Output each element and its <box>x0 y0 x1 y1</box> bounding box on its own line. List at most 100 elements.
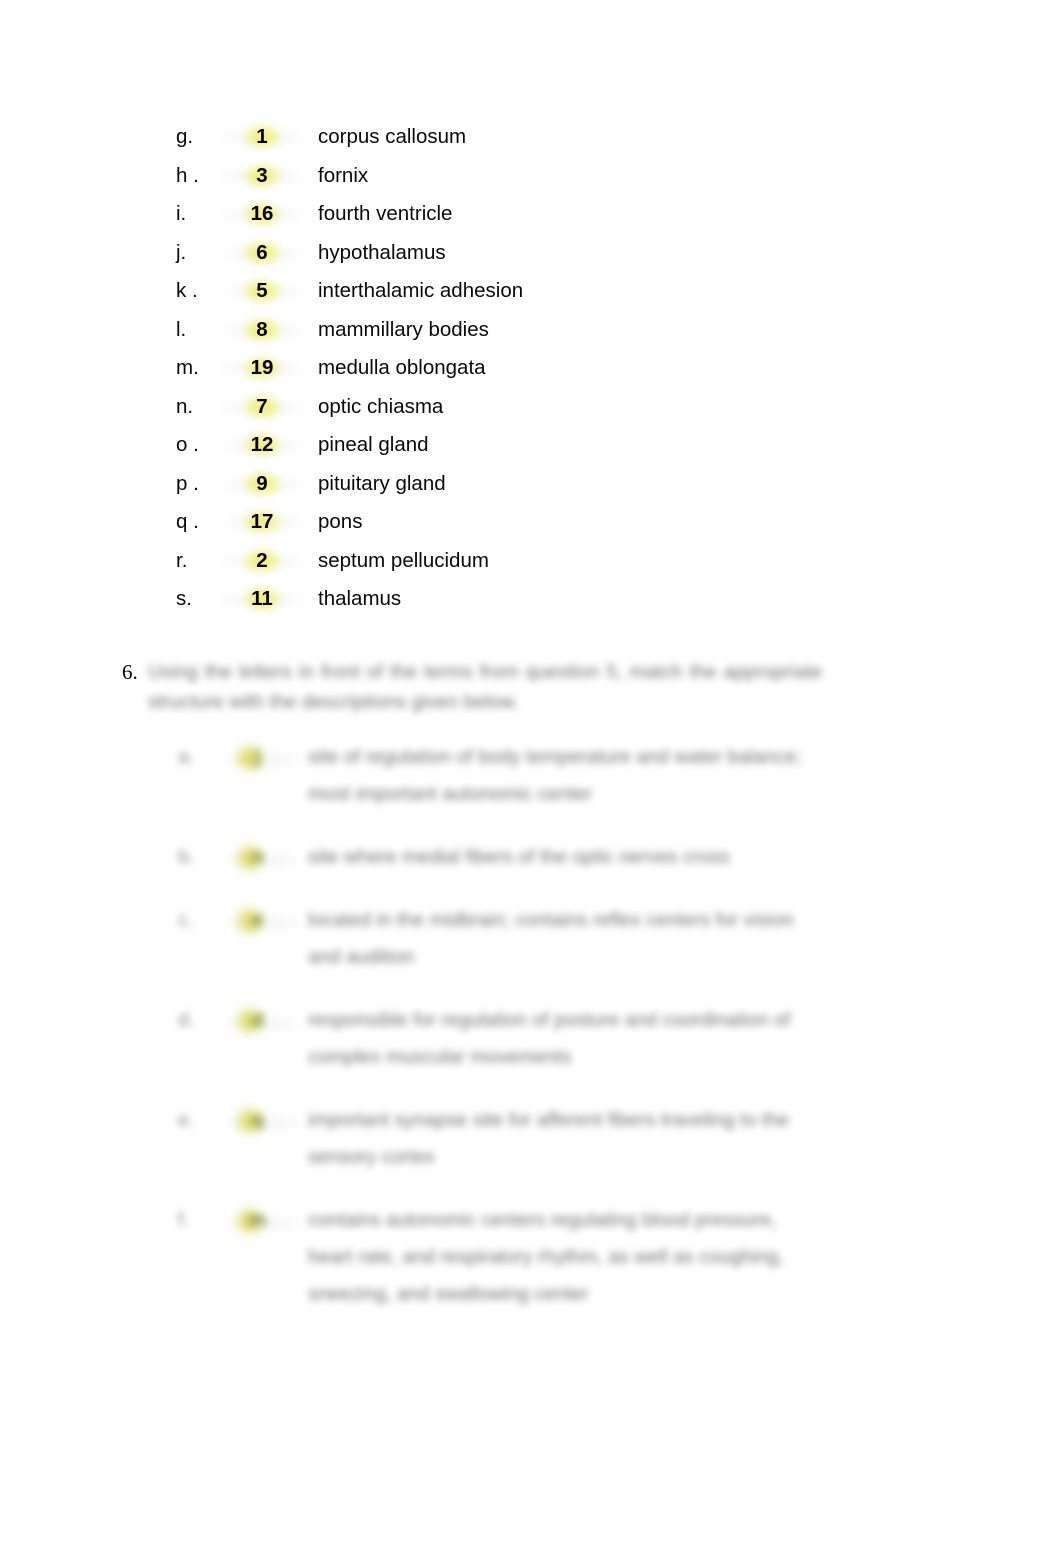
term-label: pituitary gland <box>318 471 446 495</box>
matching-row-o: o . 12 pineal gland <box>176 426 796 465</box>
term-label: hypothalamus <box>318 240 446 264</box>
term-label: fourth ventricle <box>318 202 453 225</box>
row-letter: n. <box>176 394 194 418</box>
answer-slot[interactable]: 1 <box>206 118 318 157</box>
matching-row-g: g. 1 corpus callosum <box>176 118 796 157</box>
question-6-number: 6. <box>122 660 138 684</box>
row-letter: j. <box>176 240 187 264</box>
answer-value: 5 <box>256 279 268 302</box>
answer-value: 17 <box>250 510 274 533</box>
row-letter: k . <box>176 279 198 302</box>
answer-value: 3 <box>256 163 268 187</box>
item-answer-value: d <box>252 1009 264 1031</box>
answer-slot[interactable]: 5 <box>206 272 318 311</box>
row-letter: p . <box>176 471 199 495</box>
item-description: located in the midbrain; contains reflex… <box>308 909 794 968</box>
answer-value: 1 <box>256 125 268 148</box>
question-6-item-e: e. q important synapse site for afferent… <box>178 1102 822 1176</box>
item-answer-value: n <box>252 846 264 868</box>
term-label: interthalamic adhesion <box>318 279 524 302</box>
item-letter: a. <box>178 746 195 768</box>
matching-row-k: k . 5 interthalamic adhesion <box>176 272 796 311</box>
matching-row-j: j. 6 hypothalamus <box>176 234 796 273</box>
row-letter: l. <box>176 317 187 341</box>
term-label: pons <box>318 510 363 533</box>
item-answer-slot[interactable]: d <box>208 1002 308 1039</box>
answer-value: 19 <box>250 356 274 379</box>
matching-answer-list: g. 1 corpus callosum h . 3 fornix i. 16 … <box>176 118 796 619</box>
item-answer-slot[interactable]: m <box>208 1202 308 1239</box>
row-letter: r. <box>176 548 188 572</box>
term-label: fornix <box>318 163 369 187</box>
item-answer-slot[interactable]: q <box>208 1102 308 1139</box>
answer-slot[interactable]: 11 <box>206 580 318 619</box>
item-answer-slot[interactable]: j <box>208 739 308 776</box>
row-letter: o . <box>176 433 199 456</box>
item-answer-value: e <box>252 909 264 931</box>
answer-slot[interactable]: 3 <box>206 157 318 196</box>
question-6-item-list: a. j site of regulation of body temperat… <box>122 739 822 1313</box>
answer-value: 9 <box>256 471 268 495</box>
matching-row-q: q . 17 pons <box>176 503 796 542</box>
term-label: septum pellucidum <box>318 548 489 572</box>
answer-value: 2 <box>256 548 268 572</box>
item-letter: b. <box>178 846 195 868</box>
item-answer-slot[interactable]: n <box>208 839 308 876</box>
matching-row-n: n. 7 optic chiasma <box>176 388 796 427</box>
question-6-header: 6. Using the letters in front of the ter… <box>122 657 822 717</box>
row-letter: s. <box>176 587 192 610</box>
question-6-item-f: f. m contains autonomic centers regulati… <box>178 1202 822 1313</box>
answer-slot[interactable]: 8 <box>206 311 318 350</box>
question-6-item-a: a. j site of regulation of body temperat… <box>178 739 822 813</box>
answer-slot[interactable]: 9 <box>206 465 318 504</box>
item-letter: f. <box>178 1209 189 1231</box>
answer-value: 11 <box>251 587 273 610</box>
matching-row-p: p . 9 pituitary gland <box>176 465 796 504</box>
answer-slot[interactable]: 7 <box>206 388 318 427</box>
term-label: pineal gland <box>318 433 429 456</box>
row-letter: h . <box>176 163 199 187</box>
item-letter: d. <box>178 1009 195 1031</box>
answer-slot[interactable]: 17 <box>206 503 318 542</box>
row-letter: m. <box>176 356 199 379</box>
answer-slot[interactable]: 12 <box>206 426 318 465</box>
answer-value: 7 <box>256 394 268 418</box>
item-answer-value: q <box>252 1109 264 1131</box>
question-6-stem: Using the letters in front of the terms … <box>148 661 822 713</box>
answer-value: 16 <box>250 202 274 225</box>
item-answer-value: m <box>249 1209 267 1231</box>
term-label: optic chiasma <box>318 394 444 418</box>
row-letter: q . <box>176 510 199 533</box>
item-description: site of regulation of body temperature a… <box>308 746 802 805</box>
term-label: thalamus <box>318 587 402 610</box>
answer-value: 8 <box>256 317 268 341</box>
item-letter: c. <box>178 909 194 931</box>
question-6-item-c: c. e located in the midbrain; contains r… <box>178 902 822 976</box>
answer-value: 6 <box>256 240 268 264</box>
answer-slot[interactable]: 2 <box>206 542 318 581</box>
term-label: medulla oblongata <box>318 356 486 379</box>
matching-row-r: r. 2 septum pellucidum <box>176 542 796 581</box>
item-answer-value: j <box>255 746 261 768</box>
item-answer-slot[interactable]: e <box>208 902 308 939</box>
item-description: important synapse site for afferent fibe… <box>308 1109 789 1168</box>
term-label: corpus callosum <box>318 125 467 148</box>
row-letter: g. <box>176 125 194 148</box>
matching-row-h: h . 3 fornix <box>176 157 796 196</box>
question-6-item-b: b. n site where medial fibers of the opt… <box>178 839 822 876</box>
item-description: contains autonomic centers regulating bl… <box>308 1209 784 1305</box>
answer-value: 12 <box>250 433 274 456</box>
matching-row-m: m. 19 medulla oblongata <box>176 349 796 388</box>
document-page: g. 1 corpus callosum h . 3 fornix i. 16 … <box>0 0 1062 1556</box>
answer-slot[interactable]: 19 <box>206 349 318 388</box>
matching-row-l: l. 8 mammillary bodies <box>176 311 796 350</box>
matching-row-s: s. 11 thalamus <box>176 580 796 619</box>
answer-slot[interactable]: 6 <box>206 234 318 273</box>
item-letter: e. <box>178 1109 195 1131</box>
row-letter: i. <box>176 202 187 225</box>
item-description: site where medial fibers of the optic ne… <box>308 846 730 868</box>
term-label: mammillary bodies <box>318 317 489 341</box>
question-6-block: 6. Using the letters in front of the ter… <box>122 657 822 1339</box>
answer-slot[interactable]: 16 <box>206 195 318 234</box>
matching-row-i: i. 16 fourth ventricle <box>176 195 796 234</box>
